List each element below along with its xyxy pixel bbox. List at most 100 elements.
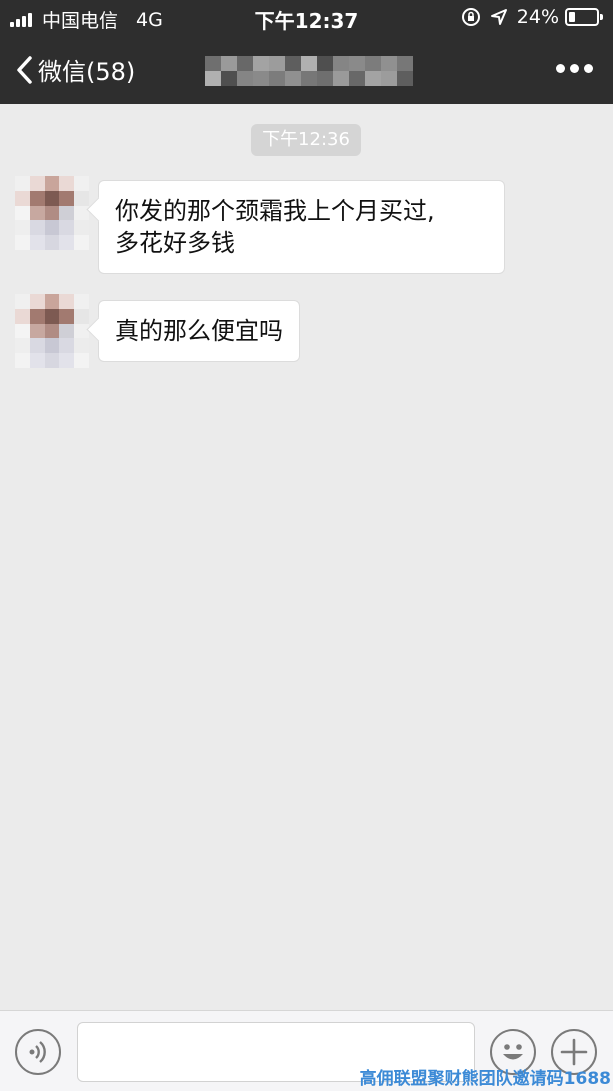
mosaic-cell [59, 294, 75, 309]
mosaic-cell [381, 71, 397, 86]
battery-percent: 24% [516, 6, 559, 28]
mosaic-cell [74, 176, 89, 191]
mosaic-cell [74, 235, 89, 250]
location-arrow-icon [490, 9, 507, 25]
mosaic-cell [15, 294, 30, 309]
mosaic-cell [333, 71, 349, 86]
mosaic-cell [365, 71, 381, 86]
voice-button[interactable] [15, 1029, 61, 1075]
mosaic-cell [269, 56, 285, 71]
mosaic-cell [15, 308, 30, 324]
mosaic-cell [365, 56, 381, 71]
input-bar: 高佣联盟聚财熊团队邀请码1688 [0, 1010, 613, 1091]
avatar[interactable] [15, 294, 89, 368]
mosaic-cell [74, 323, 89, 339]
status-bar: 中国电信 4G 下午12:37 24% [0, 0, 613, 34]
mosaic-cell [74, 190, 89, 206]
orientation-lock-icon [461, 8, 480, 26]
mosaic-cell [15, 353, 30, 368]
mosaic-cell [44, 338, 60, 354]
status-right: 24% [461, 6, 603, 28]
mosaic-cell [29, 353, 45, 368]
mosaic-cell [74, 353, 89, 368]
chevron-left-icon [17, 55, 32, 84]
mosaic-cell [74, 308, 89, 324]
mosaic-cell [221, 71, 237, 86]
chat-area: 下午12:36 你发的那个颈霜我上个月买过, 多花好多钱 真的那么便宜吗 [0, 104, 613, 1010]
mosaic-cell [29, 235, 45, 250]
mosaic-cell [44, 190, 60, 206]
mosaic-cell [301, 71, 317, 86]
mosaic-cell [15, 323, 30, 339]
back-button[interactable]: 微信(58) [14, 52, 135, 87]
mosaic-cell [29, 205, 45, 221]
mosaic-cell [59, 308, 75, 324]
chat-timestamp: 下午12:36 [251, 124, 361, 156]
mosaic-cell [59, 205, 75, 221]
voice-icon [29, 1041, 46, 1063]
mosaic-cell [29, 190, 45, 206]
mosaic-cell [349, 71, 365, 86]
message-text: 你发的那个颈霜我上个月买过, [115, 197, 435, 225]
mosaic-cell [15, 205, 30, 221]
mosaic-cell [74, 220, 89, 236]
mosaic-cell [44, 323, 60, 339]
message-text: 真的那么便宜吗 [115, 317, 283, 345]
mosaic-cell [15, 176, 30, 191]
battery-icon [565, 8, 603, 26]
mosaic-cell [29, 308, 45, 324]
redacted-chat-title [205, 56, 413, 86]
mosaic-cell [397, 71, 413, 86]
mosaic-cell [44, 308, 60, 324]
avatar[interactable] [15, 176, 89, 250]
mosaic-cell [59, 190, 75, 206]
mosaic-cell [74, 338, 89, 354]
mosaic-cell [205, 56, 221, 71]
mosaic-cell [237, 56, 253, 71]
mosaic-cell [44, 176, 60, 191]
mosaic-cell [44, 294, 60, 309]
mosaic-cell [349, 56, 365, 71]
mosaic-cell [15, 235, 30, 250]
mosaic-cell [15, 220, 30, 236]
mosaic-cell [29, 294, 45, 309]
mosaic-cell [317, 56, 333, 71]
mosaic-cell [397, 56, 413, 71]
nav-bar: 微信(58) [0, 34, 613, 104]
mosaic-cell [253, 71, 269, 86]
back-label: 微信(58) [38, 58, 136, 86]
mosaic-cell [15, 338, 30, 354]
mosaic-cell [59, 235, 75, 250]
mosaic-cell [15, 190, 30, 206]
mosaic-cell [285, 56, 301, 71]
mosaic-cell [44, 353, 60, 368]
mosaic-cell [29, 338, 45, 354]
mosaic-cell [44, 235, 60, 250]
mosaic-cell [29, 176, 45, 191]
mosaic-cell [29, 220, 45, 236]
message-bubble[interactable]: 你发的那个颈霜我上个月买过, 多花好多钱 [98, 180, 505, 274]
mosaic-cell [221, 56, 237, 71]
mosaic-cell [59, 176, 75, 191]
mosaic-cell [237, 71, 253, 86]
mosaic-cell [269, 71, 285, 86]
mosaic-cell [381, 56, 397, 71]
mosaic-cell [333, 56, 349, 71]
mosaic-cell [205, 71, 221, 86]
mosaic-cell [253, 56, 269, 71]
mosaic-cell [59, 220, 75, 236]
message-bubble[interactable]: 真的那么便宜吗 [98, 300, 300, 362]
mosaic-cell [44, 205, 60, 221]
watermark-text: 高佣联盟聚财熊团队邀请码1688 [359, 1069, 611, 1089]
mosaic-cell [301, 56, 317, 71]
mosaic-cell [59, 323, 75, 339]
mosaic-cell [44, 220, 60, 236]
mosaic-cell [59, 338, 75, 354]
mosaic-cell [285, 71, 301, 86]
mosaic-cell [74, 294, 89, 309]
more-dots-icon[interactable] [551, 64, 593, 73]
mosaic-cell [317, 71, 333, 86]
message-text: 多花好多钱 [115, 229, 235, 257]
mosaic-cell [59, 353, 75, 368]
mosaic-cell [29, 323, 45, 339]
